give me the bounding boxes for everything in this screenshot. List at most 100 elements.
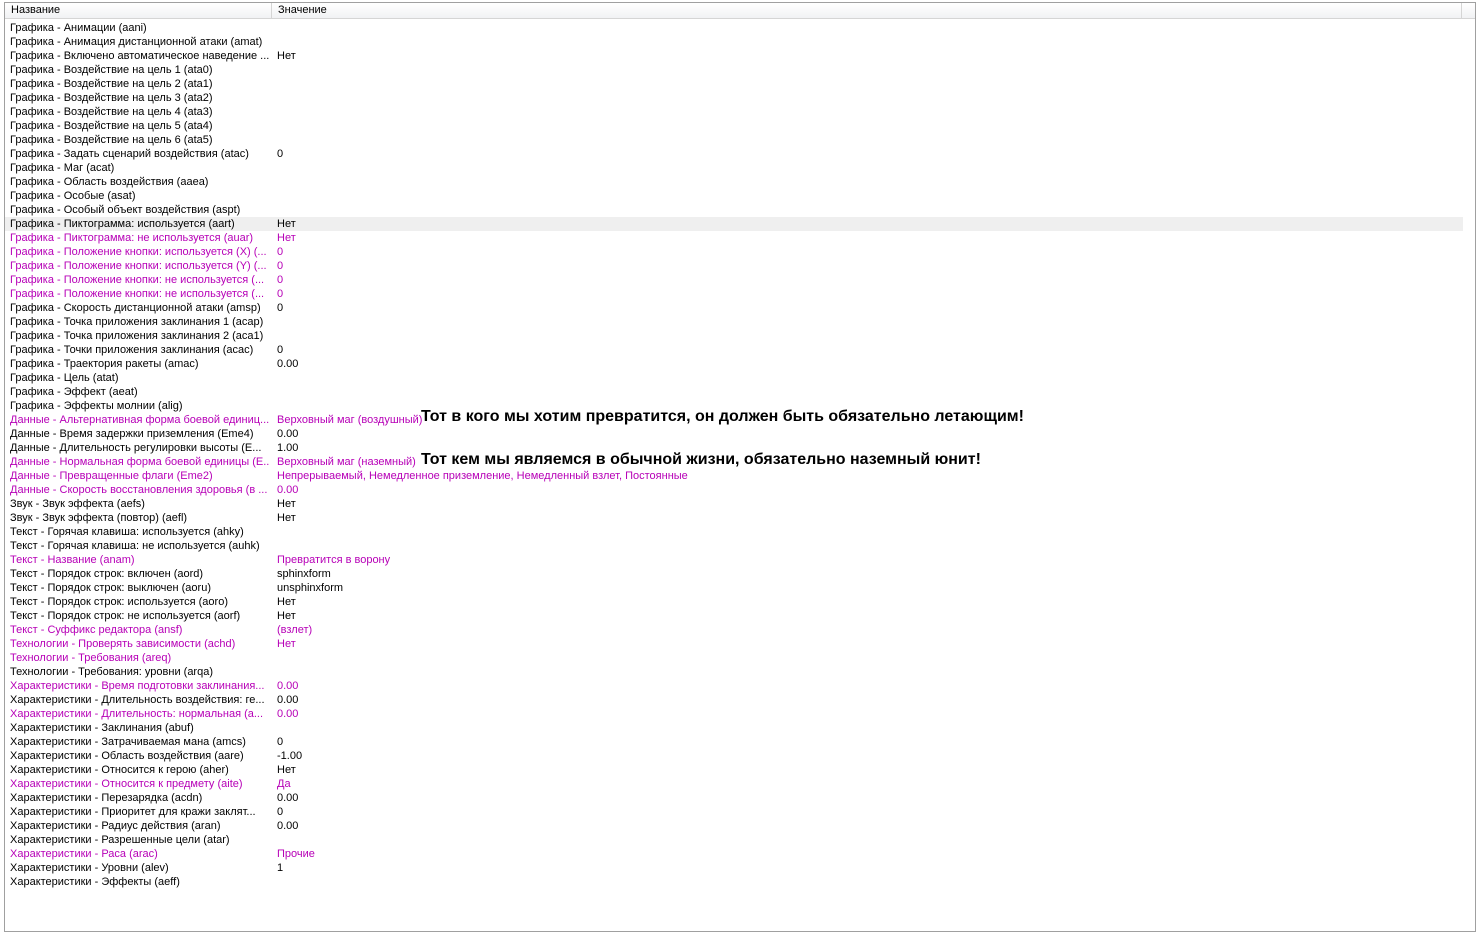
property-row[interactable]: Графика - Воздействие на цель 3 (ata2) — [5, 91, 1463, 105]
property-name: Графика - Задать сценарий воздействия (a… — [10, 148, 249, 160]
property-name: Графика - Эффекты молнии (alig) — [10, 400, 183, 412]
property-name: Графика - Включено автоматическое наведе… — [10, 50, 270, 62]
list-header: Название Значение — [5, 3, 1475, 19]
property-name: Текст - Порядок строк: используется (aor… — [10, 596, 228, 608]
property-row[interactable]: Графика - Особые (asat) — [5, 189, 1463, 203]
property-row[interactable]: Графика - Задать сценарий воздействия (a… — [5, 147, 1463, 161]
property-row[interactable]: Графика - Траектория ракеты (amac) 0.00 — [5, 357, 1463, 371]
property-value: 0.00 — [277, 680, 299, 692]
property-value: 0 — [277, 288, 284, 300]
property-row[interactable]: Графика - Положение кнопки: используется… — [5, 245, 1463, 259]
property-value: 0 — [277, 260, 284, 272]
property-value: 0.00 — [277, 820, 299, 832]
property-row[interactable]: Характеристики - Время подготовки заклин… — [5, 679, 1463, 693]
property-row[interactable]: Данные - Превращенные флаги (Eme2) Непрер… — [5, 469, 1463, 483]
property-row[interactable]: Характеристики - Разрешенные цели (atar) — [5, 833, 1463, 847]
property-name: Технологии - Проверять зависимости (achd… — [10, 638, 236, 650]
property-name: Текст - Порядок строк: выключен (aoru) — [10, 582, 211, 594]
property-name: Характеристики - Относится к предмету (a… — [10, 778, 243, 790]
property-name: Графика - Анимации (aani) — [10, 22, 147, 34]
annotation-alternative-form: Тот в кого мы хотим превратится, он долж… — [421, 408, 1024, 425]
property-row[interactable]: Графика - Цель (atat) — [5, 371, 1463, 385]
property-row[interactable]: Текст - Суффикс редактора (ansf) (взлет) — [5, 623, 1463, 637]
property-name: Графика - Воздействие на цель 3 (ata2) — [10, 92, 213, 104]
property-row[interactable]: Данные - Скорость восстановления здоровь… — [5, 483, 1463, 497]
property-value: 0.00 — [277, 694, 299, 706]
property-row[interactable]: Графика - Положение кнопки: не используе… — [5, 287, 1463, 301]
property-row[interactable]: Графика - Скорость дистанционной атаки (… — [5, 301, 1463, 315]
property-name: Характеристики - Длительность: нормальна… — [10, 708, 264, 720]
property-row[interactable]: Текст - Горячая клавиша: не используется… — [5, 539, 1463, 553]
property-row[interactable]: Характеристики - Затрачиваемая мана (amc… — [5, 735, 1463, 749]
property-row[interactable]: Текст - Горячая клавиша: используется (a… — [5, 525, 1463, 539]
property-value: 0 — [277, 148, 284, 160]
property-row[interactable]: Графика - Анимация дистанционной атаки (… — [5, 35, 1463, 49]
property-name: Графика - Пиктограмма: используется (aar… — [10, 218, 235, 230]
property-row[interactable]: Графика - Маг (acat) — [5, 161, 1463, 175]
property-row[interactable]: Данные - Время задержки приземления (Eme… — [5, 427, 1463, 441]
property-name: Характеристики - Приоритет для кражи зак… — [10, 806, 256, 818]
property-name: Текст - Горячая клавиша: используется (a… — [10, 526, 244, 538]
property-value: Прочие — [277, 848, 315, 860]
property-name: Графика - Эффект (aeat) — [10, 386, 138, 398]
property-row[interactable]: Характеристики - Эффекты (aeff) — [5, 875, 1463, 889]
property-row[interactable]: Характеристики - Относится к предмету (a… — [5, 777, 1463, 791]
property-name: Графика - Положение кнопки: не используе… — [10, 288, 265, 300]
property-row[interactable]: Текст - Порядок строк: выключен (aoru) un… — [5, 581, 1463, 595]
property-row[interactable]: Звук - Звук эффекта (aefs) Нет — [5, 497, 1463, 511]
property-row[interactable]: Звук - Звук эффекта (повтор) (aefl) Нет — [5, 511, 1463, 525]
property-row[interactable]: Графика - Пиктограмма: используется (aar… — [5, 217, 1463, 231]
property-name: Графика - Точка приложения заклинания 2 … — [10, 330, 264, 342]
property-row[interactable]: Графика - Положение кнопки: используется… — [5, 259, 1463, 273]
property-row[interactable]: Технологии - Требования: уровни (arqa) — [5, 665, 1463, 679]
property-value: 0.00 — [277, 792, 299, 804]
property-row[interactable]: Характеристики - Длительность: нормальна… — [5, 707, 1463, 721]
property-row[interactable]: Характеристики - Заклинания (abuf) — [5, 721, 1463, 735]
property-name: Характеристики - Длительность воздействи… — [10, 694, 265, 706]
property-row[interactable]: Графика - Воздействие на цель 2 (ata1) — [5, 77, 1463, 91]
property-row[interactable]: Характеристики - Приоритет для кражи зак… — [5, 805, 1463, 819]
property-row[interactable]: Технологии - Проверять зависимости (achd… — [5, 637, 1463, 651]
column-header-name[interactable]: Название — [5, 3, 272, 18]
property-row[interactable]: Графика - Включено автоматическое наведе… — [5, 49, 1463, 63]
property-name: Графика - Воздействие на цель 5 (ata4) — [10, 120, 213, 132]
property-value: Превратится в ворону — [277, 554, 391, 566]
property-row[interactable]: Характеристики - Уровни (alev) 1 — [5, 861, 1463, 875]
property-row[interactable]: Графика - Воздействие на цель 5 (ata4) — [5, 119, 1463, 133]
property-name: Данные - Время задержки приземления (Eme… — [10, 428, 254, 440]
property-row[interactable]: Графика - Воздействие на цель 4 (ata3) — [5, 105, 1463, 119]
property-row[interactable]: Графика - Эффект (aeat) — [5, 385, 1463, 399]
property-name: Графика - Положение кнопки: используется… — [10, 246, 267, 258]
column-header-value[interactable]: Значение — [272, 3, 1462, 18]
property-row[interactable]: Графика - Воздействие на цель 1 (ata0) — [5, 63, 1463, 77]
property-row[interactable]: Графика - Точки приложения заклинания (a… — [5, 343, 1463, 357]
property-name: Графика - Цель (atat) — [10, 372, 119, 384]
property-row[interactable]: Текст - Порядок строк: используется (aor… — [5, 595, 1463, 609]
property-row[interactable]: Текст - Порядок строк: включен (aord) sph… — [5, 567, 1463, 581]
property-value: sphinxform — [277, 568, 331, 580]
property-value: Верховный маг (наземный) — [277, 456, 416, 468]
property-row[interactable]: Графика - Анимации (aani) — [5, 21, 1463, 35]
property-row[interactable]: Графика - Особый объект воздействия (asp… — [5, 203, 1463, 217]
property-name: Текст - Порядок строк: не используется (… — [10, 610, 241, 622]
property-row[interactable]: Характеристики - Перезарядка (acdn) 0.00 — [5, 791, 1463, 805]
property-name: Текст - Суффикс редактора (ansf) — [10, 624, 183, 636]
property-row[interactable]: Характеристики - Область воздействия (aa… — [5, 749, 1463, 763]
property-row[interactable]: Графика - Положение кнопки: не используе… — [5, 273, 1463, 287]
property-row[interactable]: Графика - Воздействие на цель 6 (ata5) — [5, 133, 1463, 147]
property-row[interactable]: Характеристики - Радиус действия (aran) 0… — [5, 819, 1463, 833]
property-row[interactable]: Характеристики - Относится к герою (aher… — [5, 763, 1463, 777]
property-row[interactable]: Графика - Область воздействия (aaea) — [5, 175, 1463, 189]
property-row[interactable]: Характеристики - Раса (arac) Прочие — [5, 847, 1463, 861]
column-header-filler — [1462, 3, 1474, 18]
property-name: Характеристики - Раса (arac) — [10, 848, 158, 860]
property-row[interactable]: Графика - Точка приложения заклинания 1 … — [5, 315, 1463, 329]
property-row[interactable]: Текст - Порядок строк: не используется (… — [5, 609, 1463, 623]
property-row[interactable]: Графика - Точка приложения заклинания 2 … — [5, 329, 1463, 343]
property-row[interactable]: Технологии - Требования (areq) — [5, 651, 1463, 665]
property-name: Характеристики - Заклинания (abuf) — [10, 722, 194, 734]
property-row[interactable]: Графика - Пиктограмма: не используется (… — [5, 231, 1463, 245]
property-name: Графика - Анимация дистанционной атаки (… — [10, 36, 263, 48]
property-row[interactable]: Характеристики - Длительность воздействи… — [5, 693, 1463, 707]
property-row[interactable]: Текст - Название (anam) Превратится в вор… — [5, 553, 1463, 567]
